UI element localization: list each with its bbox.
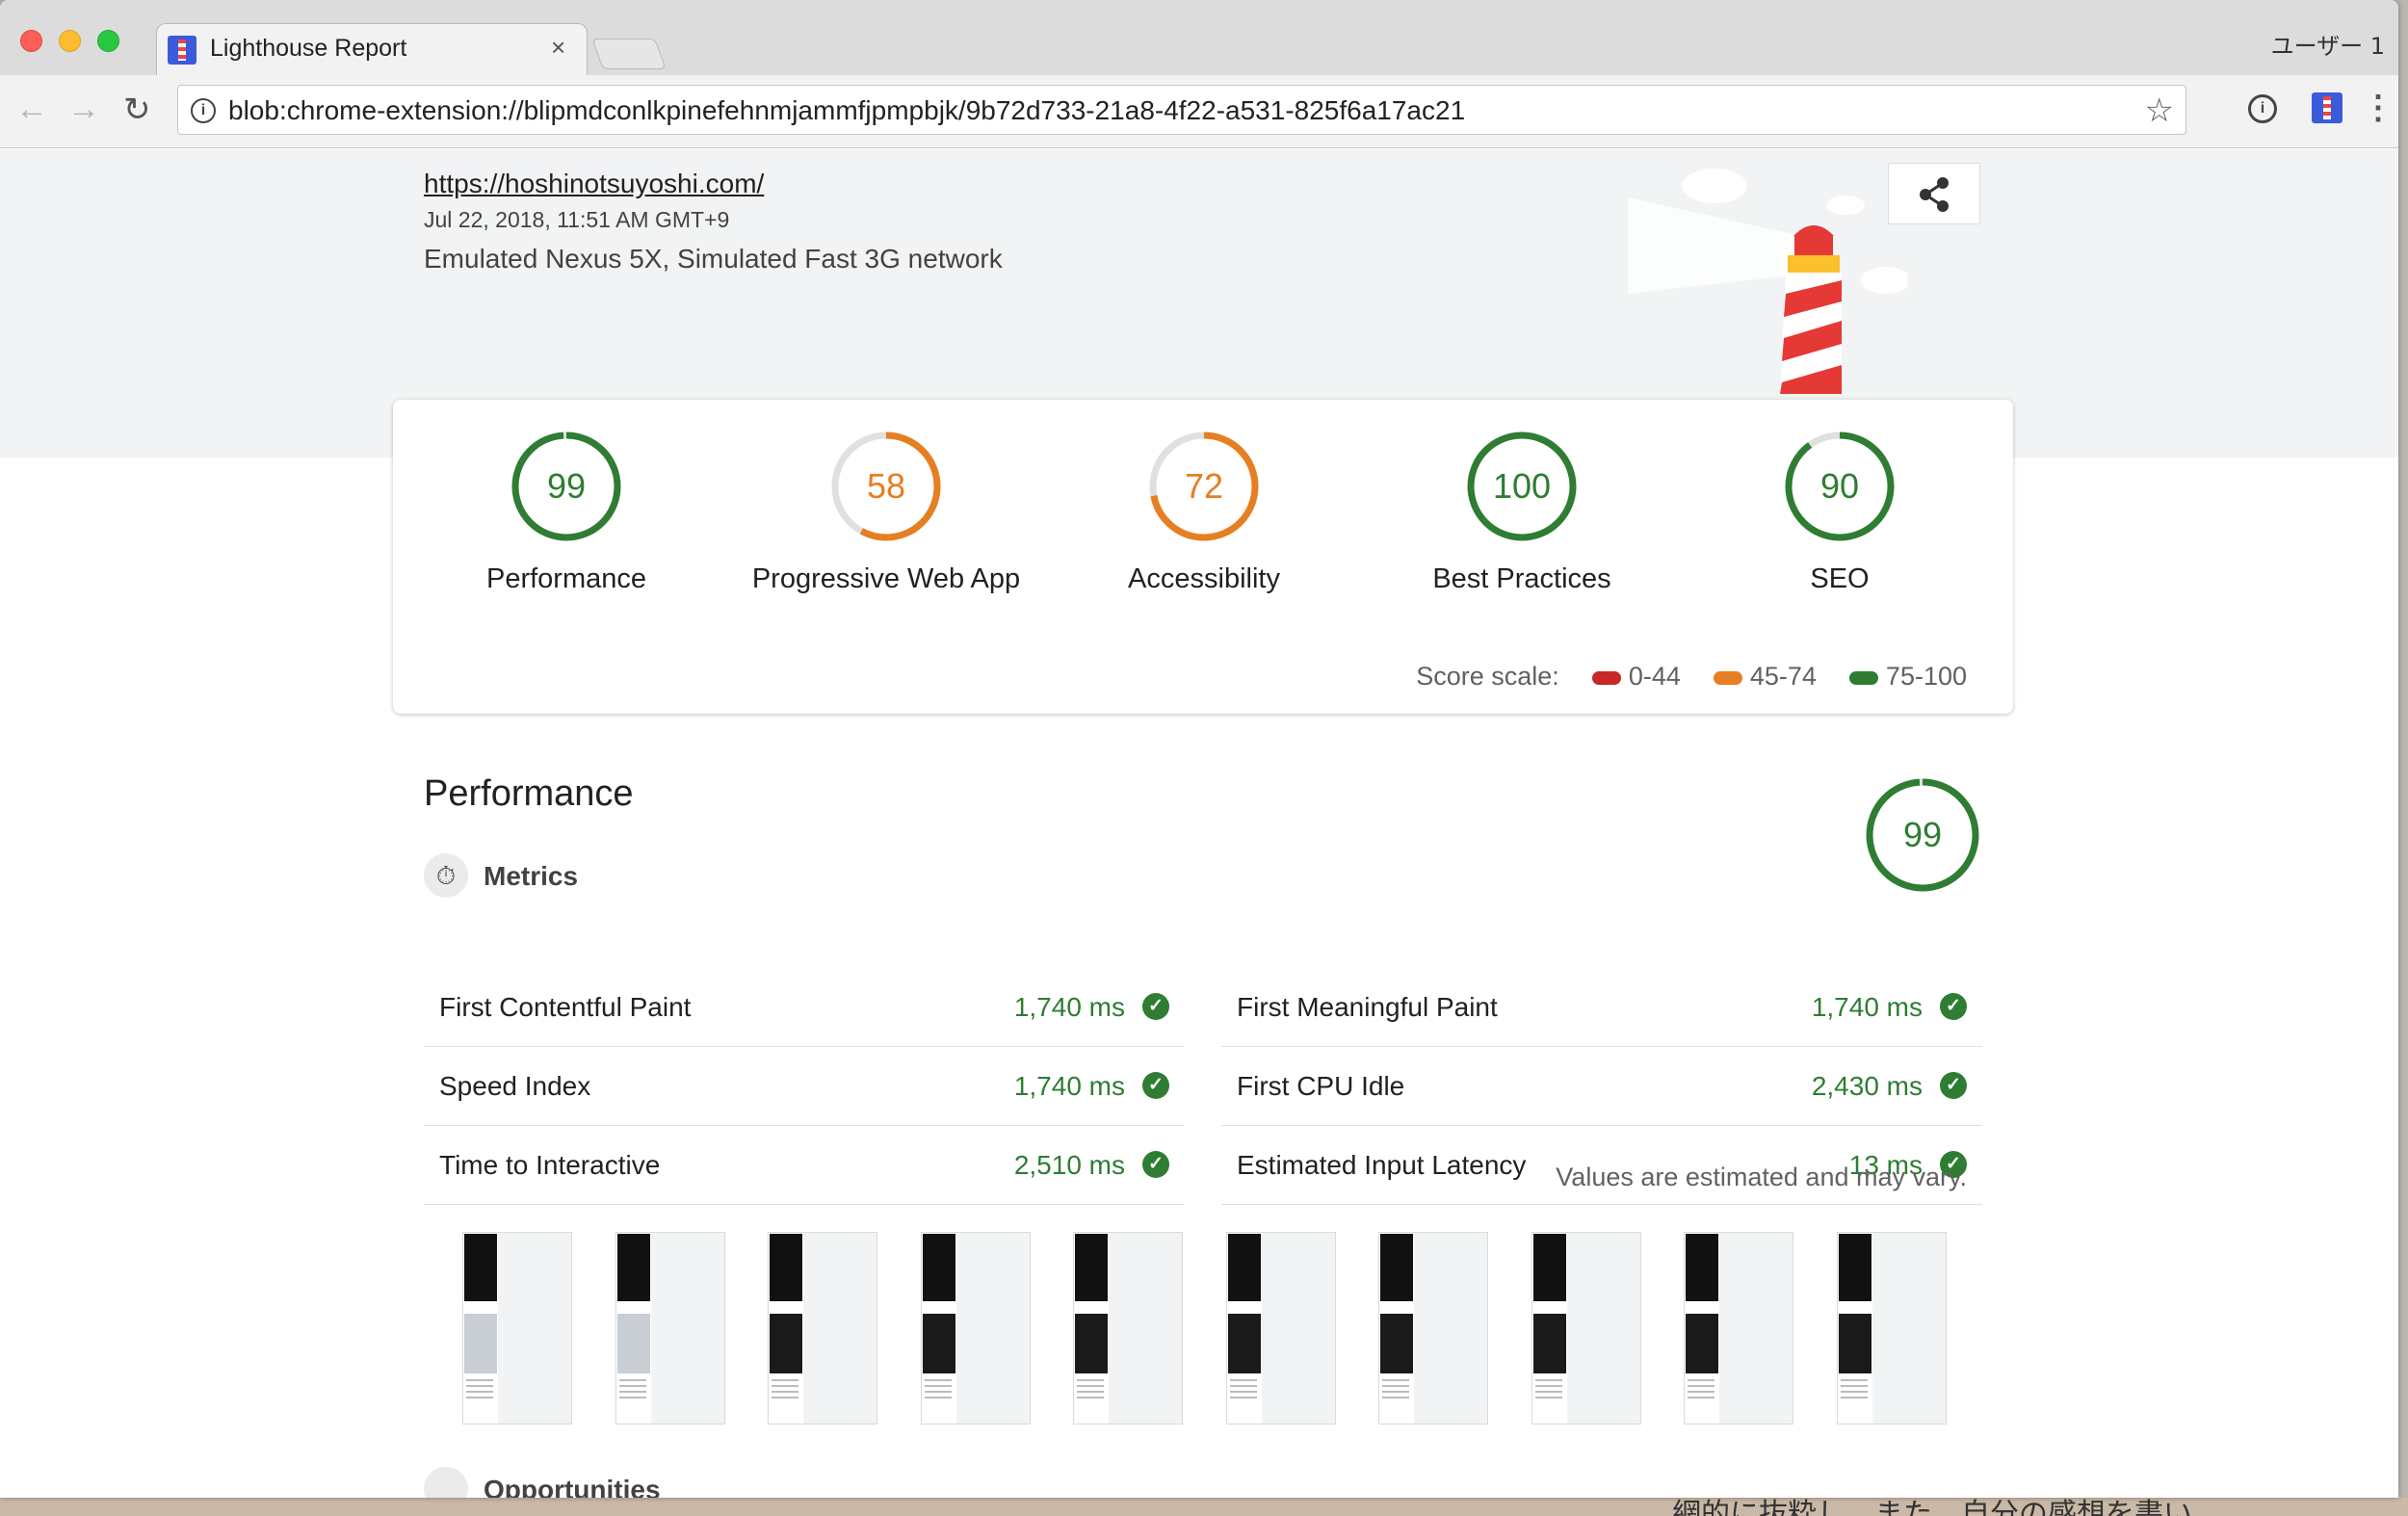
browser-toolbar: ← → ↻ i blob:chrome-extension://blipmdco… — [0, 75, 2398, 148]
score-label: Accessibility — [1128, 563, 1280, 594]
pass-range-label: 75-100 — [1885, 662, 1967, 691]
metric-row: First Contentful Paint 1,740 ms ✓ — [424, 968, 1185, 1047]
lighthouse-extension-icon[interactable] — [2312, 92, 2343, 123]
pass-check-icon: ✓ — [1142, 1151, 1169, 1178]
score-value: 58 — [867, 466, 905, 506]
bookmark-star-icon[interactable]: ☆ — [2145, 91, 2174, 130]
score-ring: 90 — [1785, 431, 1895, 541]
score-ring: 72 — [1149, 431, 1259, 541]
filmstrip-frame — [1684, 1232, 1793, 1425]
score-label: SEO — [1810, 563, 1870, 594]
score-scale-legend: Score scale: 0-44 45-74 75-100 — [1416, 662, 1967, 692]
browser-menu-icon[interactable]: ⋮ — [2362, 89, 2395, 127]
metric-name: First CPU Idle — [1237, 1071, 1405, 1101]
score-label: Performance — [485, 563, 646, 594]
metric-name: First Meaningful Paint — [1237, 992, 1498, 1022]
filmstrip-frame — [1378, 1232, 1488, 1425]
back-arrow-icon[interactable]: ← — [15, 91, 48, 128]
filmstrip-frame — [1531, 1232, 1641, 1425]
reload-icon[interactable]: ↻ — [123, 91, 151, 129]
zoom-window-button[interactable] — [97, 30, 119, 52]
metric-row: First Meaningful Paint 1,740 ms ✓ — [1221, 968, 1982, 1047]
metric-value: 2,510 ms — [1013, 1150, 1125, 1180]
tab-title: Lighthouse Report — [210, 35, 407, 62]
address-bar[interactable]: i blob:chrome-extension://blipmdconlkpin… — [177, 85, 2186, 135]
category-scores-card: 99 Performance 58 Progressive Web App 72 Acce… — [393, 400, 2013, 714]
gauge-accessibility[interactable]: 72 Accessibility — [1060, 429, 1348, 595]
filmstrip-frame — [1073, 1232, 1183, 1425]
share-button[interactable] — [1888, 163, 1980, 224]
score-label: Progressive Web App — [751, 563, 1021, 594]
gauge-performance[interactable]: 99 Performance — [422, 429, 711, 595]
tab-close-icon[interactable]: × — [551, 33, 565, 63]
metric-row: First CPU Idle 2,430 ms ✓ — [1221, 1047, 1982, 1126]
share-icon — [1920, 177, 1949, 212]
background-window-text: 網的に抜粋し、また、自分の感想を書い — [1672, 1498, 2192, 1516]
stopwatch-icon: ⏱ — [424, 853, 468, 898]
fail-range-label: 0-44 — [1628, 662, 1681, 691]
metric-value: 2,430 ms — [1811, 1071, 1923, 1101]
fail-range-swatch — [1591, 670, 1621, 685]
pass-check-icon: ✓ — [1940, 993, 1967, 1020]
performance-section-gauge: 99 — [1863, 775, 1982, 900]
score-ring: 99 — [511, 431, 621, 541]
report-page: https://hoshinotsuyoshi.com/ Jul 22, 201… — [0, 149, 2398, 1498]
performance-section-score: 99 — [1903, 815, 1942, 854]
address-url[interactable]: blob:chrome-extension://blipmdconlkpinef… — [228, 95, 1465, 126]
filmstrip-frame — [615, 1232, 725, 1425]
performance-section-title: Performance — [424, 773, 634, 814]
metric-name: First Contentful Paint — [439, 992, 692, 1022]
metric-name: Speed Index — [439, 1071, 591, 1101]
score-ring: 100 — [1467, 431, 1577, 541]
score-label: Best Practices — [1432, 563, 1611, 594]
forward-arrow-icon[interactable]: → — [67, 91, 100, 128]
close-window-button[interactable] — [20, 30, 42, 52]
filmstrip-frame — [768, 1232, 877, 1425]
metric-name: Time to Interactive — [439, 1150, 661, 1180]
pass-check-icon: ✓ — [1142, 993, 1169, 1020]
filmstrip-frame — [1836, 1232, 1947, 1425]
tested-site-link[interactable]: https://hoshinotsuyoshi.com/ — [424, 169, 764, 199]
metrics-label: Metrics — [484, 861, 579, 891]
score-value: 90 — [1820, 466, 1859, 506]
pass-range-swatch — [1848, 670, 1878, 685]
score-value: 72 — [1185, 466, 1223, 506]
minimize-window-button[interactable] — [59, 30, 81, 52]
metric-value: 1,740 ms — [1013, 1071, 1125, 1101]
estimate-note: Values are estimated and may vary. — [1556, 1163, 1967, 1191]
opportunities-label: Opportunities — [484, 1475, 661, 1498]
metric-value: 1,740 ms — [1811, 992, 1923, 1022]
metric-row: Speed Index 1,740 ms ✓ — [424, 1047, 1185, 1126]
metric-name: Estimated Input Latency — [1237, 1150, 1527, 1180]
filmstrip-frame — [1225, 1232, 1336, 1425]
gauge-best-practices[interactable]: 100 Best Practices — [1377, 429, 1666, 595]
new-tab-button[interactable] — [591, 39, 667, 69]
filmstrip-frame — [920, 1232, 1031, 1425]
gauge-seo[interactable]: 90 SEO — [1695, 429, 1984, 595]
score-value: 99 — [547, 466, 586, 506]
pass-check-icon: ✓ — [1142, 1072, 1169, 1099]
score-ring: 58 — [831, 431, 941, 541]
pass-check-icon: ✓ — [1940, 1072, 1967, 1099]
metric-value: 1,740 ms — [1013, 992, 1125, 1022]
metric-row: Time to Interactive 2,510 ms ✓ — [424, 1126, 1185, 1205]
profile-button[interactable]: ユーザー 1 — [2271, 27, 2385, 61]
average-range-swatch — [1713, 670, 1742, 685]
site-info-icon[interactable]: i — [191, 98, 216, 123]
browser-window: Lighthouse Report × ユーザー 1 ← → ↻ i blob:… — [0, 0, 2398, 1498]
lighthouse-favicon-icon — [168, 36, 196, 65]
emulation-environment: Emulated Nexus 5X, Simulated Fast 3G net… — [424, 244, 1003, 274]
filmstrip-frame — [462, 1232, 572, 1425]
tab-strip: Lighthouse Report × ユーザー 1 — [0, 0, 2398, 77]
score-value: 100 — [1493, 466, 1551, 506]
gauge-progressive-web-app[interactable]: 58 Progressive Web App — [742, 429, 1031, 595]
opportunities-icon — [424, 1467, 468, 1498]
report-date: Jul 22, 2018, 11:51 AM GMT+9 — [424, 207, 730, 232]
extension-info-icon[interactable]: i — [2248, 94, 2277, 123]
score-scale-label: Score scale: — [1416, 662, 1559, 691]
screenshot-filmstrip — [462, 1232, 1965, 1425]
average-range-label: 45-74 — [1749, 662, 1817, 691]
